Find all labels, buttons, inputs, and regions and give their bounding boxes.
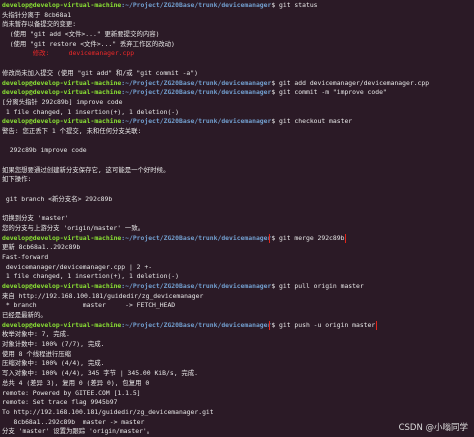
- terminal-output: develop@develop-virtual-machine:~/Projec…: [2, 1, 472, 437]
- output-line: 枚举对象中: 7, 完成.: [2, 330, 70, 339]
- prompt-path: :~/Project/ZG20Base/trunk/devicemanager: [121, 233, 272, 242]
- output-line: 1 file changed, 1 insertion(+), 1 deleti…: [2, 107, 179, 116]
- prompt-line: develop@develop-virtual-machine:~/Projec…: [2, 1, 472, 11]
- output-line: 警告: 您正丢下 1 个提交, 未和任何分支关联:: [2, 126, 142, 135]
- command-text: $ git pull origin master: [271, 281, 364, 290]
- prompt-path: :~/Project/ZG20Base/trunk/devicemanager: [121, 281, 272, 290]
- output-line: 更新 8cb68a1..292c89b: [2, 243, 81, 252]
- output-line: (使用 "git restore <文件>..." 丢弃工作区的改动): [2, 39, 175, 48]
- prompt-line: develop@develop-virtual-machine:~/Projec…: [2, 320, 472, 331]
- prompt-user: develop@develop-virtual-machine: [2, 78, 122, 87]
- output-line: 总共 4 (差异 3), 复用 0 (差异 0), 包复用 0: [2, 378, 150, 387]
- output-line: remote: Powered by GITEE.COM [1.1.5]: [2, 388, 141, 397]
- output-line: devicemanager/devicemanager.cpp | 2 +-: [2, 262, 153, 271]
- output-line: 使用 8 个线程进行压缩: [2, 349, 72, 358]
- prompt-path: :~/Project/ZG20Base/trunk/devicemanager: [121, 78, 272, 87]
- prompt-user: develop@develop-virtual-machine: [2, 88, 122, 97]
- output-line: 写入对象中: 100% (4/4), 345 字节 | 345.00 KiB/s…: [2, 369, 199, 378]
- prompt-user: develop@develop-virtual-machine: [2, 281, 122, 290]
- output-line: Fast-forward: [2, 252, 49, 261]
- command-text: $ git add devicemanager/devicemanager.cp…: [271, 78, 430, 87]
- output-line: * branch master -> FETCH_HEAD: [2, 301, 176, 310]
- output-line: 对象计数中: 100% (7/7), 完成.: [2, 340, 105, 349]
- prompt-user: develop@develop-virtual-machine: [2, 320, 122, 329]
- terminal-window[interactable]: develop@develop-virtual-machine:~/Projec…: [0, 0, 474, 437]
- output-line: [分离头指针 292c89b] improve code: [2, 97, 123, 106]
- prompt-user: develop@develop-virtual-machine: [2, 233, 122, 242]
- output-line: 压缩对象中: 100% (4/4), 完成.: [2, 359, 105, 368]
- output-line: (使用 "git add <文件>..." 更新要提交的内容): [2, 30, 160, 39]
- prompt-line: develop@develop-virtual-machine:~/Projec…: [2, 233, 472, 244]
- output-line: 头指针分离于 8cb68a1: [2, 10, 72, 19]
- prompt-line: develop@develop-virtual-machine:~/Projec…: [2, 88, 472, 98]
- prompt-path: :~/Project/ZG20Base/trunk/devicemanager: [121, 117, 272, 126]
- output-line: 已经是最新的。: [2, 311, 47, 319]
- highlighted-command: $ git push -u origin master: [269, 320, 378, 331]
- prompt-path: :~/Project/ZG20Base/trunk/devicemanager: [121, 320, 272, 329]
- command-text: $ git status: [271, 1, 318, 9]
- command-text: $ git checkout master: [271, 117, 353, 126]
- prompt-line: develop@develop-virtual-machine:~/Projec…: [2, 79, 472, 89]
- modified-file-line: 修改: devicemanager.cpp: [2, 49, 135, 58]
- output-line: remote: Set trace flag 9945b97: [2, 398, 118, 407]
- highlighted-command: $ git merge 292c89b: [269, 233, 347, 244]
- output-line: 来自 http://192.168.100.181/guidedir/zg_de…: [2, 291, 204, 300]
- output-line: 如果您想要通过创建新分支保存它, 这可能是一个好时候。: [2, 165, 170, 174]
- prompt-path: :~/Project/ZG20Base/trunk/devicemanager: [121, 88, 272, 97]
- output-line: 修改尚未加入提交 (使用 "git add" 和/或 "git commit -…: [2, 68, 198, 77]
- prompt-line: develop@develop-virtual-machine:~/Projec…: [2, 282, 472, 292]
- output-line: To http://192.168.100.181/guidedir/zg_de…: [2, 407, 214, 416]
- prompt-user: develop@develop-virtual-machine: [2, 117, 122, 126]
- output-line: 尚未暂存以备提交的变更:: [2, 20, 77, 29]
- output-line: 如下操作:: [2, 175, 32, 184]
- output-line: git branch <新分支名> 292c89b: [2, 194, 113, 203]
- output-line: 1 file changed, 1 insertion(+), 1 deleti…: [2, 272, 179, 281]
- csdn-watermark: CSDN @小嗡同学: [398, 423, 468, 433]
- prompt-line: develop@develop-virtual-machine:~/Projec…: [2, 117, 472, 127]
- output-line: 您的分支与上游分支 'origin/master' 一致。: [2, 223, 145, 232]
- output-line: 292c89b improve code: [2, 146, 87, 155]
- prompt-path: :~/Project/ZG20Base/trunk/devicemanager: [121, 1, 272, 9]
- output-line: 切换到分支 'master': [2, 214, 69, 223]
- prompt-user: develop@develop-virtual-machine: [2, 1, 122, 9]
- command-text: $ git commit -m "improve code": [271, 88, 387, 97]
